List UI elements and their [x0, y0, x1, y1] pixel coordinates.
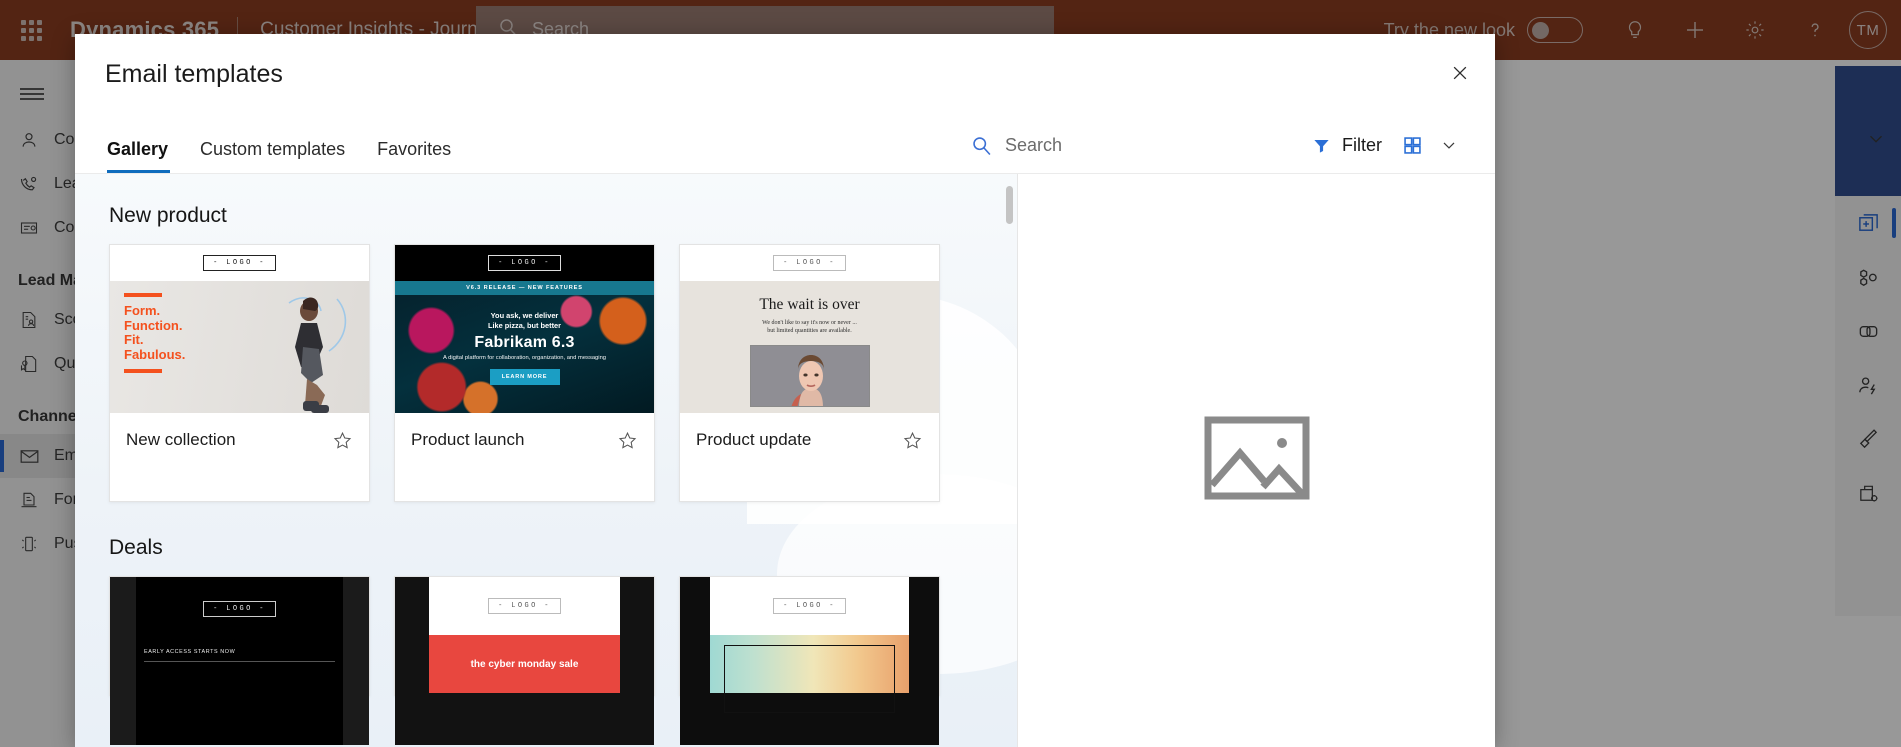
- template-name: New collection: [126, 430, 236, 449]
- thumbnail-hero: Form. Function. Fit. Fabulous.: [110, 281, 369, 413]
- template-gallery[interactable]: New product - LOGO - Form. Function. Fit…: [75, 174, 1017, 747]
- thumbnail-photo: [288, 297, 347, 413]
- thumbnail-hero: You ask, we deliver Like pizza, but bett…: [395, 295, 654, 413]
- thumbnail-logo-bar: - LOGO -: [395, 245, 654, 281]
- accent-rule: [124, 293, 162, 297]
- hero-title: Fabrikam 6.3: [474, 334, 575, 351]
- search-placeholder: Search: [1004, 134, 1062, 155]
- hero-headline: The wait is over: [759, 296, 860, 313]
- grid-view-icon: [1402, 135, 1423, 156]
- template-card-footer: New collection: [110, 413, 369, 501]
- close-icon[interactable]: [1439, 52, 1481, 94]
- page-title: Email templates: [105, 60, 283, 88]
- dialog-toolbar: Gallery Custom templates Favorites Searc…: [75, 110, 1495, 174]
- hero-subtitle: A digital platform for collaboration, or…: [442, 355, 607, 361]
- template-card[interactable]: - LOGO - Form. Function. Fit. Fabulous.: [109, 244, 370, 502]
- tab-favorites[interactable]: Favorites: [361, 139, 467, 173]
- template-card-footer: Product launch: [395, 413, 654, 501]
- template-thumbnail: - LOGO -: [680, 577, 939, 745]
- tab-gallery[interactable]: Gallery: [105, 139, 184, 173]
- email-templates-dialog: Email templates Gallery Custom templates…: [75, 34, 1495, 747]
- view-options-chevron-down-icon[interactable]: [1433, 135, 1469, 155]
- tab-custom-templates[interactable]: Custom templates: [184, 139, 361, 173]
- hero-cta-button: LEARN MORE: [489, 369, 560, 385]
- template-card-grid: - LOGO - EARLY ACCESS STARTS NOW - LOGO …: [109, 576, 1017, 745]
- gradient-hero: [710, 635, 909, 713]
- section-title-new-product: New product: [109, 204, 227, 227]
- hero-line-2: Like pizza, but better: [487, 321, 562, 330]
- hero-subtext-1: We don't like to say it's now or never .…: [762, 320, 857, 326]
- hero-line-1: You ask, we deliver: [490, 311, 559, 320]
- thumbnail-hero: The wait is over We don't like to say it…: [680, 281, 939, 413]
- image-placeholder-icon: [1203, 415, 1311, 506]
- template-card[interactable]: - LOGO - V6.3 RELEASE — NEW FEATURES You…: [394, 244, 655, 502]
- release-banner: V6.3 RELEASE — NEW FEATURES: [395, 281, 654, 295]
- deal-caption: EARLY ACCESS STARTS NOW: [144, 649, 236, 655]
- dialog-header: Email templates: [75, 34, 1495, 110]
- template-thumbnail: - LOGO - the cyber monday sale: [395, 577, 654, 745]
- logo-placeholder: - LOGO -: [488, 598, 561, 614]
- accent-rule: [124, 369, 162, 374]
- template-card-grid: - LOGO - Form. Function. Fit. Fabulous.: [109, 244, 1017, 502]
- logo-placeholder: - LOGO -: [488, 255, 561, 271]
- tab-list: Gallery Custom templates Favorites: [105, 139, 467, 173]
- thumbnail-logo-bar: - LOGO -: [710, 577, 909, 635]
- logo-placeholder: - LOGO -: [773, 255, 846, 271]
- template-preview-pane: [1017, 174, 1495, 747]
- template-thumbnail: - LOGO - The wait is over We don't like …: [680, 245, 939, 413]
- template-card[interactable]: - LOGO - The wait is over We don't like …: [679, 244, 940, 502]
- template-thumbnail: - LOGO - V6.3 RELEASE — NEW FEATURES You…: [395, 245, 654, 413]
- logo-placeholder: - LOGO -: [203, 255, 276, 271]
- thumbnail-logo-bar: - LOGO -: [136, 591, 343, 627]
- template-name: Product launch: [411, 430, 525, 449]
- toolbar-actions: Search Filter: [971, 128, 1469, 162]
- section-title-deals: Deals: [109, 536, 163, 559]
- thumbnail-logo-bar: - LOGO -: [680, 245, 939, 281]
- template-thumbnail: - LOGO - Form. Function. Fit. Fabulous.: [110, 245, 369, 413]
- star-outline-icon[interactable]: [617, 430, 638, 456]
- thumbnail-logo-bar: - LOGO -: [429, 577, 620, 635]
- grid-view-button[interactable]: [1392, 128, 1433, 162]
- search-icon: [971, 135, 992, 156]
- dialog-body: New product - LOGO - Form. Function. Fit…: [75, 174, 1495, 747]
- star-outline-icon[interactable]: [332, 430, 353, 456]
- star-outline-icon[interactable]: [902, 430, 923, 456]
- logo-placeholder: - LOGO -: [203, 601, 276, 617]
- hero-subtext-2: but limited quantities are available.: [767, 328, 852, 335]
- thumbnail-photo: [749, 344, 870, 407]
- template-name: Product update: [696, 430, 812, 449]
- search-input[interactable]: Search: [971, 135, 1062, 156]
- template-card[interactable]: - LOGO -: [679, 576, 940, 745]
- filter-label: Filter: [1342, 134, 1382, 155]
- funnel-icon: [1312, 136, 1331, 155]
- logo-placeholder: - LOGO -: [773, 598, 846, 614]
- template-card-footer: Product update: [680, 413, 939, 501]
- template-thumbnail: - LOGO - EARLY ACCESS STARTS NOW: [110, 577, 369, 745]
- template-card[interactable]: - LOGO - the cyber monday sale: [394, 576, 655, 745]
- deal-caption: the cyber monday sale: [429, 635, 620, 693]
- template-card[interactable]: - LOGO - EARLY ACCESS STARTS NOW: [109, 576, 370, 745]
- filter-button[interactable]: Filter: [1302, 128, 1392, 162]
- thumbnail-logo-bar: - LOGO -: [110, 245, 369, 281]
- divider: [144, 661, 335, 662]
